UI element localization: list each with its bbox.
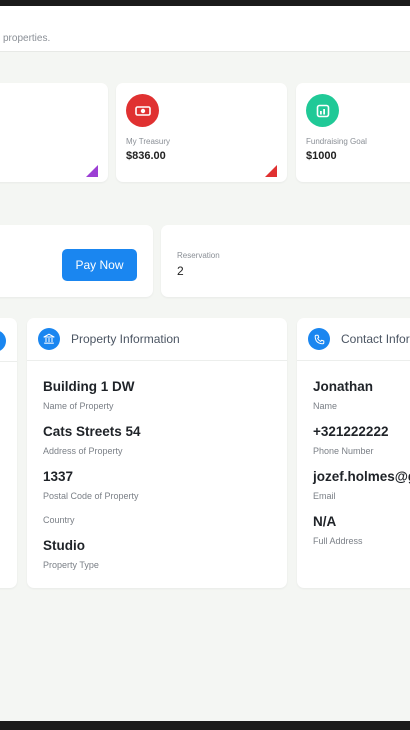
reservation-value: 2	[177, 264, 184, 278]
reservation-card: Reservation 2	[161, 225, 410, 297]
left-panel-divider	[0, 361, 17, 362]
page-header: properties.	[0, 6, 410, 52]
email-label: Email	[313, 491, 336, 501]
stat-value: $836.00	[126, 150, 166, 162]
stat-card-left	[0, 83, 108, 182]
left-panel-icon	[0, 330, 6, 352]
stat-value: $1000	[306, 150, 337, 162]
stat-card-treasury: My Treasury $836.00	[116, 83, 287, 182]
property-panel-header: Property Information	[27, 318, 287, 361]
stat-card-fundraising: Fundraising Goal $1000	[296, 83, 410, 182]
contact-panel-header: Contact Infor	[297, 318, 410, 361]
bank-icon	[38, 328, 60, 350]
contact-name-label: Name	[313, 401, 338, 411]
bottom-bar	[0, 721, 410, 730]
property-information-panel: Property Information Building 1 DW Name …	[27, 318, 287, 588]
email-value: jozef.holmes@g	[313, 469, 410, 484]
pay-now-button[interactable]: Pay Now	[62, 249, 137, 281]
full-address-label: Full Address	[313, 536, 363, 546]
chart-icon	[306, 94, 339, 127]
contact-information-panel: Contact Infor Jonathan Name +321222222 P…	[297, 318, 410, 588]
phone-number-label: Phone Number	[313, 446, 374, 456]
phone-icon	[308, 328, 330, 350]
money-icon	[126, 94, 159, 127]
left-info-panel	[0, 318, 17, 588]
reservation-label: Reservation	[177, 251, 220, 260]
property-type-value: Studio	[43, 538, 85, 553]
property-type-label: Property Type	[43, 560, 99, 570]
corner-triangle-red	[265, 165, 277, 177]
stat-label: My Treasury	[126, 137, 171, 146]
postal-code-value: 1337	[43, 469, 74, 484]
property-address-value: Cats Streets 54	[43, 424, 141, 439]
property-address-label: Address of Property	[43, 446, 123, 456]
contact-panel-title: Contact Infor	[341, 332, 410, 346]
page-subtitle: properties.	[3, 33, 51, 44]
postal-code-label: Postal Code of Property	[43, 491, 139, 501]
stat-label: Fundraising Goal	[306, 137, 367, 146]
corner-triangle-purple	[86, 165, 98, 177]
contact-name-value: Jonathan	[313, 379, 374, 394]
phone-number-value: +321222222	[313, 424, 389, 439]
property-name-label: Name of Property	[43, 401, 114, 411]
property-panel-title: Property Information	[71, 332, 180, 346]
full-address-value: N/A	[313, 514, 337, 529]
property-name-value: Building 1 DW	[43, 379, 135, 394]
country-label: Country	[43, 515, 75, 525]
